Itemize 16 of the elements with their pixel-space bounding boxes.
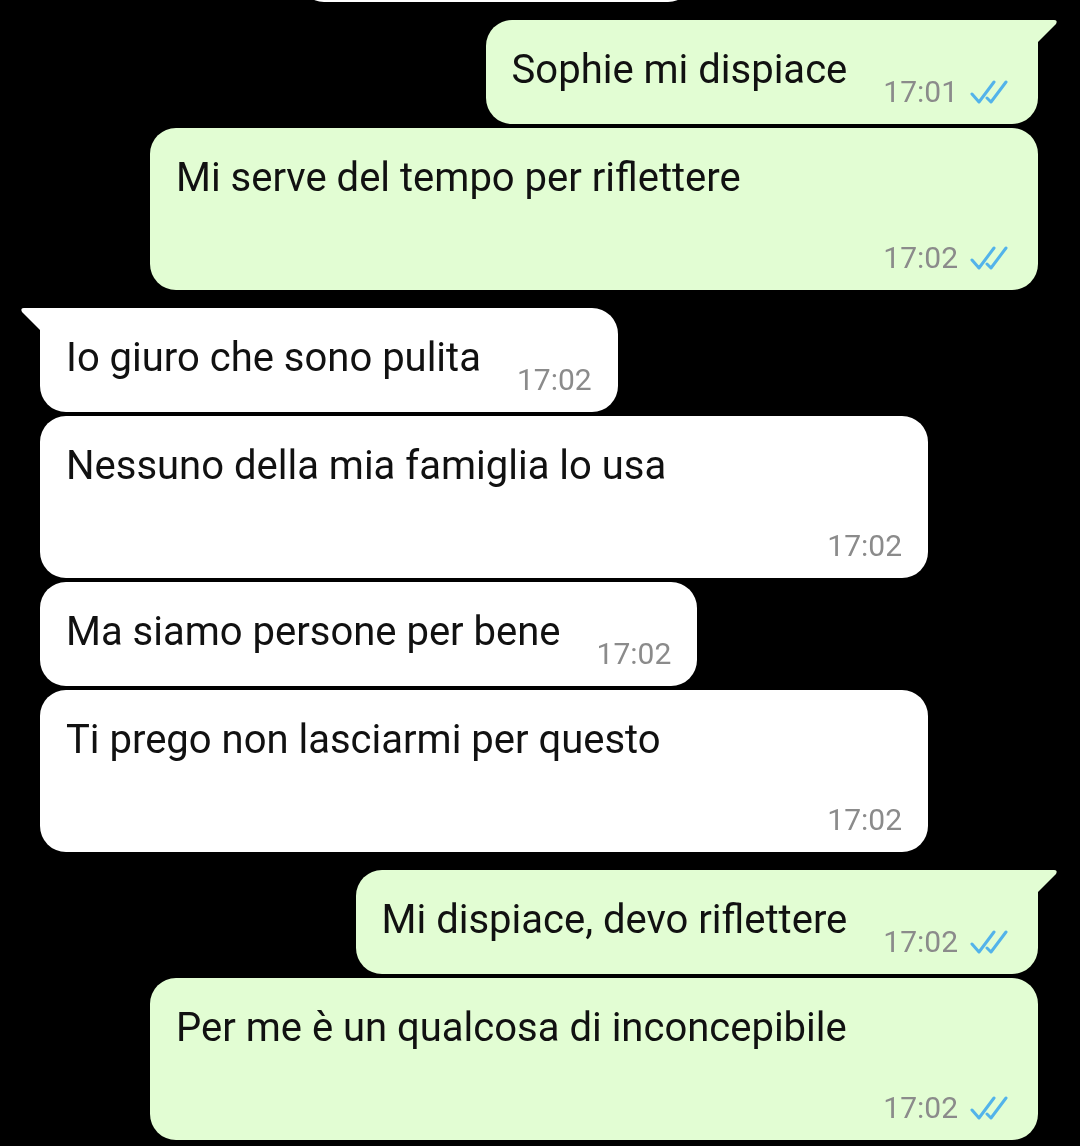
message-time: 17:02 — [596, 636, 672, 672]
message-text: Per me è un qualcosa di inconcepibile — [176, 1003, 848, 1053]
message-text: Mi dispiace, devo riflettere — [381, 895, 848, 945]
message-time: 17:02 — [883, 924, 958, 960]
message-text: Io giuro che sono pulita — [66, 333, 481, 383]
message-time: 17:01 — [883, 74, 958, 110]
message-time: 17:02 — [827, 528, 902, 564]
message-text: Mi serve del tempo per riflettere — [176, 153, 742, 203]
message-time: 17:02 — [883, 1090, 958, 1126]
message-text: Sophie mi dispiace — [511, 45, 848, 95]
message-time: 17:02 — [516, 362, 592, 398]
message-text: Nessuno della mia famiglia lo usa — [66, 441, 668, 491]
message-time: 17:02 — [827, 802, 902, 838]
message-text: Ma siamo persone per bene — [66, 607, 561, 657]
message-text: Ti prego non lasciarmi per questo — [66, 715, 662, 765]
message-time: 17:02 — [883, 240, 958, 276]
